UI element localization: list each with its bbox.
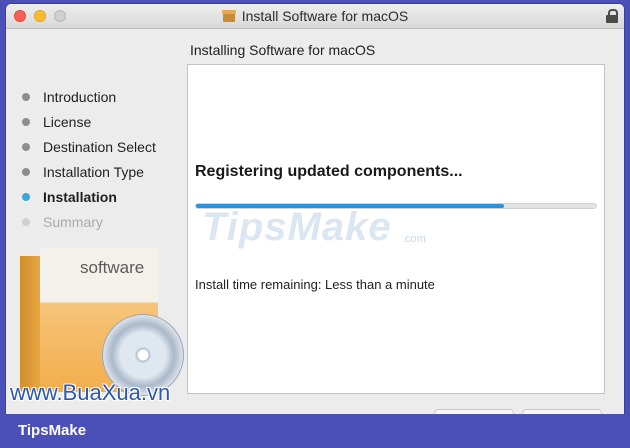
step-dot [22, 117, 30, 126]
step-label-pending: Summary [43, 213, 103, 230]
progress-bar [195, 203, 597, 209]
steps-sidebar: Introduction License Destination Select … [22, 84, 156, 234]
install-status-text: Registering updated components... [195, 163, 463, 180]
step-license: License [22, 109, 156, 134]
step-dot [22, 167, 30, 176]
step-dot-pending [22, 217, 30, 226]
step-installation-type: Installation Type [22, 159, 156, 184]
window-title-group: Install Software for macOS [6, 4, 624, 28]
box-side [20, 256, 40, 392]
step-summary: Summary [22, 209, 156, 234]
step-installation: Installation [22, 184, 156, 209]
footer-bar: TipsMake [0, 414, 630, 448]
tipsmake-watermark: TipsMake [202, 205, 392, 249]
title-bar: Install Software for macOS [6, 4, 624, 29]
footer-brand: TipsMake [18, 422, 87, 439]
time-remaining-text: Install time remaining: Less than a minu… [195, 277, 435, 292]
box-label: software [80, 258, 145, 277]
step-dot [22, 142, 30, 151]
step-label: Introduction [43, 88, 117, 105]
package-icon [221, 9, 236, 23]
progress-fill [196, 204, 504, 208]
page-subtitle: Installing Software for macOS [190, 42, 376, 58]
buaxua-watermark: www.BuaXua.vn [10, 380, 171, 405]
step-dot [22, 92, 30, 101]
step-destination-select: Destination Select [22, 134, 156, 159]
step-label: Installation Type [43, 163, 144, 180]
step-dot-active [22, 192, 30, 201]
install-progress-panel: TipsMake .com Registering updated compon… [187, 64, 605, 394]
software-box-illustration: software [20, 248, 184, 398]
installer-window: Install Software for macOS Installing So… [6, 4, 624, 414]
step-label: License [43, 113, 92, 130]
step-label: Destination Select [43, 138, 156, 155]
step-introduction: Introduction [22, 84, 156, 109]
lock-icon [606, 9, 618, 23]
step-label-active: Installation [43, 188, 117, 205]
tipsmake-watermark-suffix: .com [402, 233, 426, 245]
window-title: Install Software for macOS [241, 8, 409, 24]
